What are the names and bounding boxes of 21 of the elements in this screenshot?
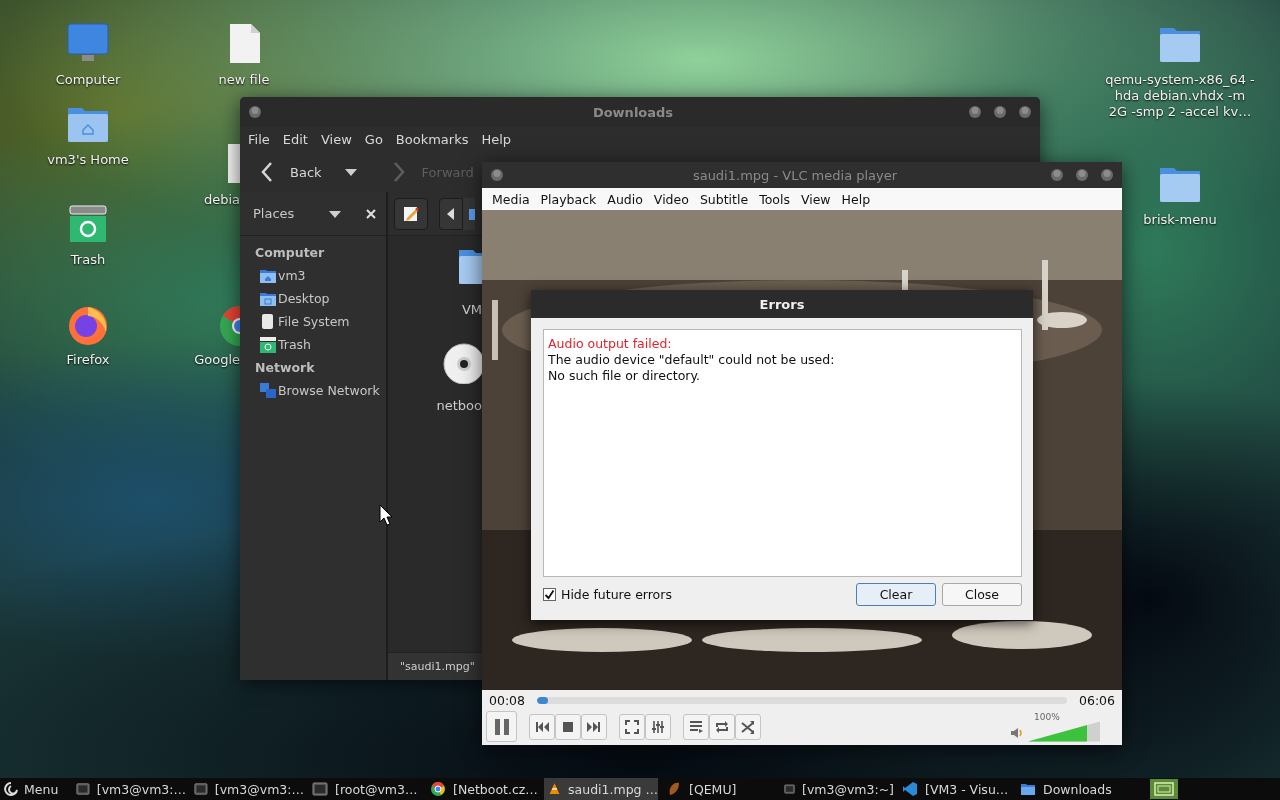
folder-icon xyxy=(1020,781,1036,797)
taskbar-button[interactable]: [vm3@vm3:… xyxy=(72,778,186,800)
terminal-icon xyxy=(76,781,90,797)
taskbar-button[interactable]: [Netboot.cz… xyxy=(426,778,540,800)
taskbar-button[interactable]: [vm3@vm3:… xyxy=(190,778,304,800)
taskbar-button[interactable]: [vm3@vm3:~] xyxy=(780,778,894,800)
taskbar-button[interactable]: [root@vm3… xyxy=(308,778,422,800)
taskbar-button[interactable]: Downloads xyxy=(1016,778,1130,800)
cone-icon xyxy=(548,781,562,797)
terminal-icon xyxy=(784,781,795,797)
menu-button[interactable]: Menu xyxy=(0,778,66,800)
window-stack-icon xyxy=(1154,782,1174,796)
taskbar-button[interactable]: [VM3 - Visu… xyxy=(898,778,1012,800)
terminal-icon xyxy=(194,781,208,797)
terminal-icon xyxy=(312,781,328,797)
taskbar-button[interactable]: [QEMU] xyxy=(662,778,776,800)
workspace-switcher[interactable] xyxy=(1150,779,1178,799)
round-logo-icon xyxy=(430,781,446,797)
taskbar-button[interactable]: saudi1.mpg … xyxy=(544,778,658,800)
ribbon-icon xyxy=(902,781,918,797)
swirl-icon xyxy=(4,782,18,796)
